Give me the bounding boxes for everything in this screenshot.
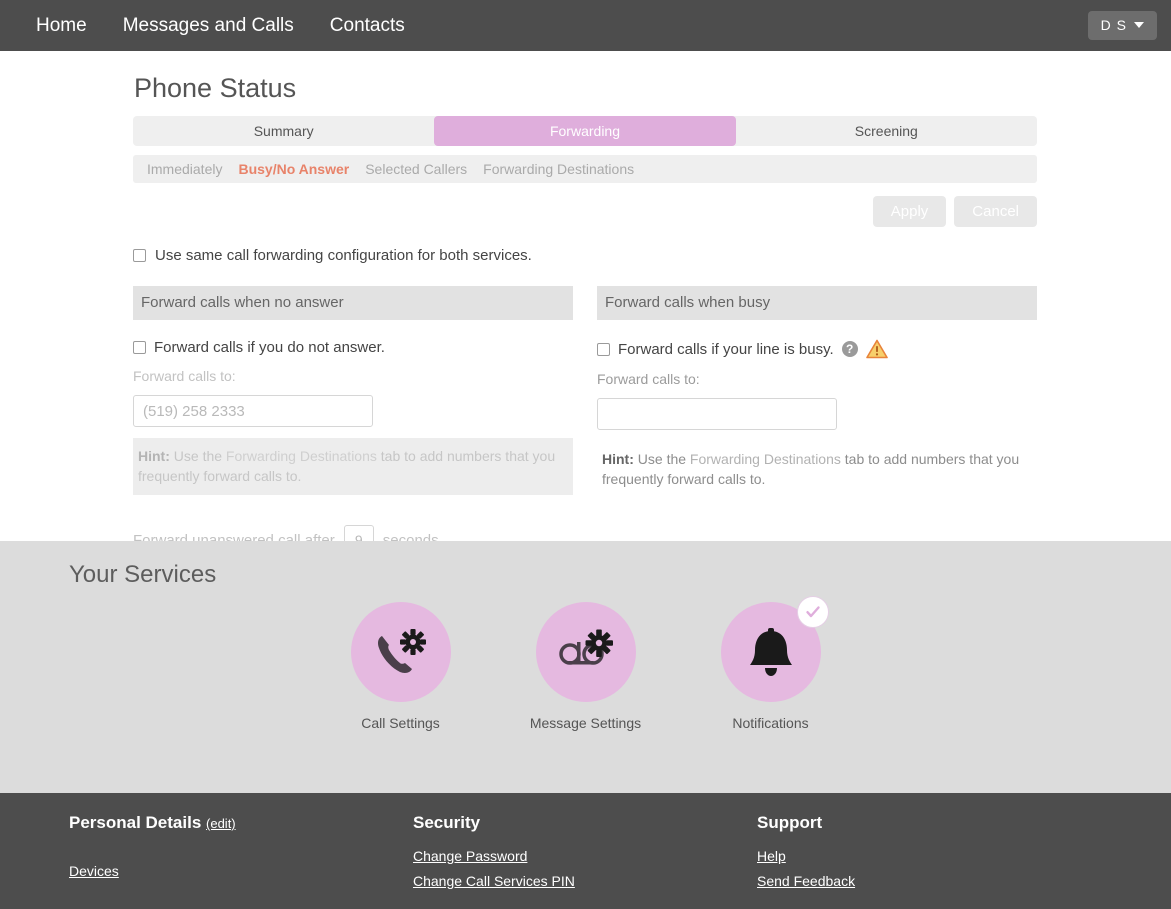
tab-forwarding[interactable]: Forwarding [434, 116, 736, 146]
main-panel: Phone Status Summary Forwarding Screenin… [0, 51, 1171, 555]
footer-column-personal-details: Personal Details (edit) Devices [69, 813, 413, 909]
apply-button[interactable]: Apply [872, 196, 947, 227]
action-buttons: Apply Cancel [0, 196, 1037, 227]
call-settings-label: Call Settings [361, 715, 440, 731]
forward-no-answer-label: Forward calls if you do not answer. [154, 339, 385, 356]
no-answer-number-input[interactable] [133, 395, 373, 427]
footer-heading-support: Support [757, 813, 823, 832]
use-same-config-checkbox[interactable] [133, 249, 146, 262]
no-answer-hint-text-1: Use the [169, 448, 226, 464]
busy-option-row: Forward calls if your line is busy. ? [597, 339, 1037, 359]
use-same-config-row: Use same call forwarding configuration f… [133, 247, 1171, 264]
call-settings-icon-wrap [350, 602, 451, 702]
forward-no-answer-checkbox[interactable] [133, 341, 146, 354]
tab-screening[interactable]: Screening [736, 116, 1037, 146]
cancel-button[interactable]: Cancel [954, 196, 1037, 227]
footer-link-help[interactable]: Help [757, 848, 786, 864]
subtab-selected-callers[interactable]: Selected Callers [357, 161, 475, 177]
busy-hint-text-1: Use the [633, 451, 690, 467]
forwarding-columns: Forward calls when no answer Forward cal… [133, 286, 1037, 555]
no-answer-column: Forward calls when no answer Forward cal… [133, 286, 573, 555]
service-message-settings[interactable]: Message Settings [521, 602, 651, 733]
footer-link-send-feedback[interactable]: Send Feedback [757, 873, 855, 889]
top-navigation-bar: Home Messages and Calls Contacts D S [0, 0, 1171, 51]
footer-heading-security: Security [413, 813, 481, 832]
tab-bar: Summary Forwarding Screening [133, 116, 1037, 146]
busy-hint: Hint: Use the Forwarding Destinations ta… [597, 441, 1037, 498]
subtab-busy-no-answer[interactable]: Busy/No Answer [230, 161, 357, 177]
subtab-forwarding-destinations[interactable]: Forwarding Destinations [475, 161, 642, 177]
message-settings-icon-wrap [535, 602, 636, 702]
nav-link-home[interactable]: Home [18, 0, 105, 51]
busy-hint-bold: Hint: [602, 451, 634, 467]
footer-link-change-call-services-pin[interactable]: Change Call Services PIN [413, 873, 575, 889]
edit-personal-details-link[interactable]: (edit) [206, 816, 236, 831]
busy-hint-link[interactable]: Forwarding Destinations [690, 451, 841, 467]
check-badge-icon [796, 596, 829, 628]
footer-heading-personal-details: Personal Details (edit) [69, 813, 413, 833]
your-services-section: Your Services Call Settings Message Sett… [0, 541, 1171, 793]
busy-forward-to-label: Forward calls to: [597, 371, 700, 387]
no-answer-forward-to-label: Forward calls to: [133, 368, 236, 384]
busy-header: Forward calls when busy [597, 286, 1037, 320]
nav-links: Home Messages and Calls Contacts [18, 0, 1088, 51]
no-answer-hint-link[interactable]: Forwarding Destinations [226, 448, 377, 464]
nav-link-contacts[interactable]: Contacts [312, 0, 423, 51]
page-title: Phone Status [134, 73, 297, 103]
voicemail-gear-icon [558, 629, 613, 665]
message-settings-label: Message Settings [529, 715, 642, 731]
service-row: Call Settings Message Settings Notificat… [0, 596, 1171, 733]
notifications-icon-wrap [720, 596, 829, 702]
footer-personal-details-title: Personal Details [69, 813, 202, 832]
footer-link-change-password[interactable]: Change Password [413, 848, 527, 864]
user-menu-button[interactable]: D S [1087, 11, 1157, 40]
busy-column: Forward calls when busy Forward calls if… [597, 286, 1037, 555]
service-call-settings[interactable]: Call Settings [336, 602, 466, 733]
no-answer-option-row: Forward calls if you do not answer. [133, 339, 573, 356]
forward-busy-label: Forward calls if your line is busy. [618, 340, 834, 358]
user-initials: D S [1100, 17, 1127, 33]
forward-busy-checkbox[interactable] [597, 342, 610, 356]
your-services-title: Your Services [69, 561, 217, 588]
no-answer-header: Forward calls when no answer [133, 286, 573, 320]
footer-column-support: Support Help Send Feedback [757, 813, 1101, 909]
subtab-immediately[interactable]: Immediately [139, 161, 230, 177]
phone-gear-icon [377, 629, 426, 673]
message-settings-circle [535, 602, 636, 702]
chevron-down-icon [1134, 22, 1144, 28]
busy-number-input[interactable] [597, 398, 837, 430]
page-footer: Personal Details (edit) Devices Security… [0, 793, 1171, 909]
bell-icon [749, 628, 792, 676]
footer-column-security: Security Change Password Change Call Ser… [413, 813, 757, 909]
nav-link-messages-and-calls[interactable]: Messages and Calls [105, 0, 312, 51]
footer-link-devices[interactable]: Devices [69, 863, 119, 879]
subtab-bar: Immediately Busy/No Answer Selected Call… [133, 155, 1037, 183]
help-icon[interactable]: ? [841, 341, 858, 357]
call-settings-circle [350, 602, 451, 702]
tab-summary[interactable]: Summary [133, 116, 434, 146]
warning-triangle-icon[interactable] [865, 339, 888, 359]
no-answer-hint: Hint: Use the Forwarding Destinations ta… [133, 438, 573, 495]
no-answer-hint-bold: Hint: [138, 448, 170, 464]
notifications-label: Notifications [732, 715, 809, 731]
use-same-config-label: Use same call forwarding configuration f… [155, 247, 532, 264]
service-notifications[interactable]: Notifications [706, 596, 836, 733]
